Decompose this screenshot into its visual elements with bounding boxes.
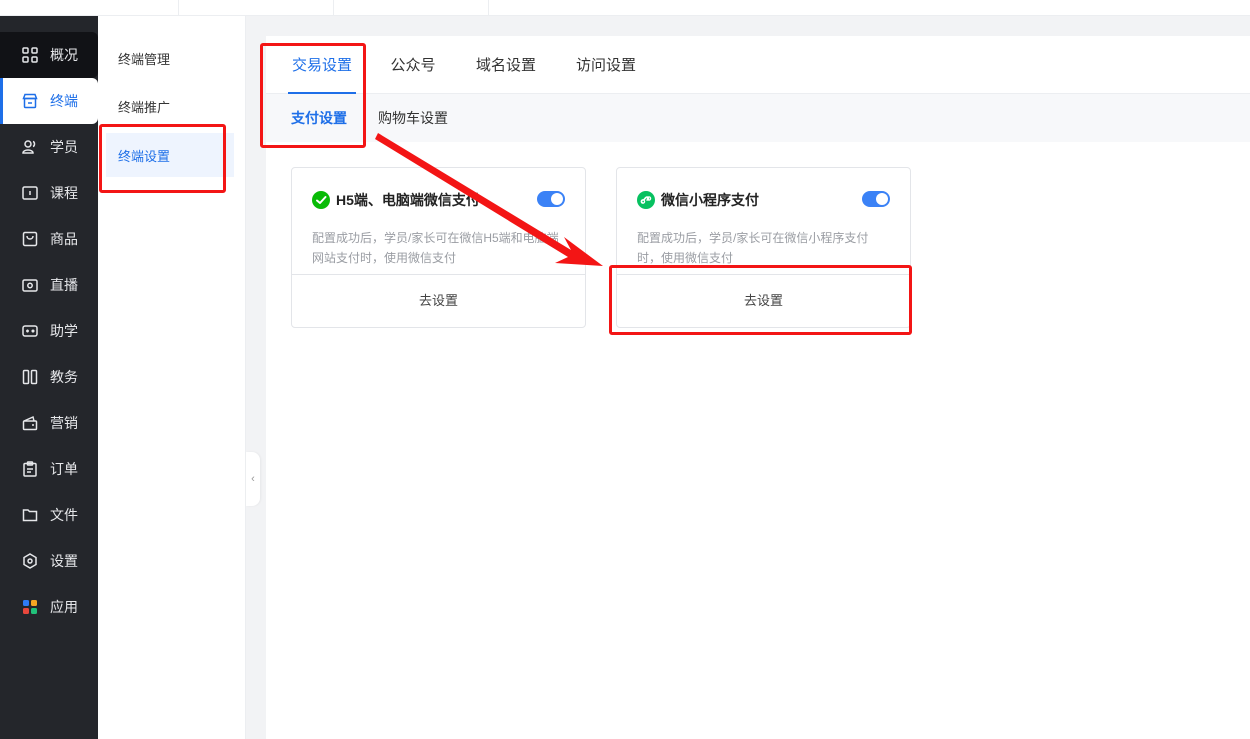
- go-settings-button[interactable]: 去设置: [292, 274, 585, 327]
- nav-item-terminal[interactable]: 终端: [0, 78, 98, 124]
- grid-icon: [22, 47, 38, 63]
- main-content: 交易设置 公众号 域名设置 访问设置 支付设置 购物车设置 H5端、电脑端微信支…: [266, 36, 1250, 739]
- collapse-sidebar-button[interactable]: ‹: [246, 452, 260, 506]
- nav-item-orders[interactable]: 订单: [0, 446, 98, 492]
- go-settings-button[interactable]: 去设置: [617, 274, 910, 327]
- goods-icon: [22, 231, 38, 247]
- nav-item-files[interactable]: 文件: [0, 492, 98, 538]
- users-icon: [22, 139, 38, 155]
- tab-access-settings[interactable]: 访问设置: [574, 36, 638, 94]
- submenu-item-terminal-promote[interactable]: 终端推广: [106, 84, 234, 128]
- submenu-item-terminal-settings[interactable]: 终端设置: [106, 133, 234, 177]
- card-description: 配置成功后，学员/家长可在微信小程序支付时，使用微信支付: [637, 231, 869, 265]
- tab-label: 公众号: [390, 57, 436, 74]
- gamepad-icon: [22, 323, 38, 339]
- payment-card-miniprogram: 微信小程序支付 配置成功后，学员/家长可在微信小程序支付时，使用微信支付 去设置: [616, 167, 911, 328]
- miniprogram-icon: [637, 191, 655, 209]
- nav-label: 学员: [50, 139, 78, 155]
- settings-tabs: 交易设置 公众号 域名设置 访问设置: [266, 36, 1250, 95]
- nav-label: 助学: [50, 323, 78, 339]
- tab-official-account[interactable]: 公众号: [388, 36, 438, 94]
- card-header: 微信小程序支付: [637, 190, 890, 210]
- hexagon-icon: [22, 553, 38, 569]
- columns-icon: [22, 369, 38, 385]
- chevron-left-icon: ‹: [251, 473, 255, 485]
- live-icon: [22, 277, 38, 293]
- nav-label: 商品: [50, 231, 78, 247]
- tab-label: 访问设置: [575, 57, 636, 74]
- tab-trade-settings[interactable]: 交易设置: [288, 36, 356, 95]
- card-header: H5端、电脑端微信支付: [312, 190, 565, 210]
- terminal-submenu: 终端管理 终端推广 终端设置: [98, 16, 246, 739]
- nav-item-marketing[interactable]: 营销: [0, 400, 98, 446]
- folder-icon: [22, 507, 38, 523]
- nav-label: 概况: [50, 47, 78, 63]
- card-description: 配置成功后，学员/家长可在微信H5端和电脑端网站支付时，使用微信支付: [312, 231, 559, 265]
- top-tab[interactable]: [179, 0, 334, 16]
- clipboard-icon: [22, 461, 38, 477]
- enable-toggle[interactable]: [537, 191, 565, 207]
- subtab-payment-settings[interactable]: 支付设置: [291, 94, 347, 142]
- nav-item-students[interactable]: 学员: [0, 124, 98, 170]
- enable-toggle[interactable]: [862, 191, 890, 207]
- course-icon: [22, 185, 38, 201]
- nav-label: 终端: [50, 93, 78, 109]
- subtab-cart-settings[interactable]: 购物车设置: [378, 94, 448, 142]
- nav-label: 教务: [50, 369, 78, 385]
- nav-label: 订单: [50, 461, 78, 477]
- nav-item-study-aid[interactable]: 助学: [0, 308, 98, 354]
- wallet-icon: [22, 415, 38, 431]
- nav-label: 文件: [50, 507, 78, 523]
- nav-item-goods[interactable]: 商品: [0, 216, 98, 262]
- nav-label: 营销: [50, 415, 78, 431]
- submenu-label: 终端推广: [118, 99, 171, 115]
- store-icon: [22, 93, 38, 109]
- tab-label: 交易设置: [291, 57, 352, 74]
- subtab-label: 购物车设置: [378, 110, 448, 126]
- wechat-icon: [312, 191, 330, 209]
- tab-label: 域名设置: [475, 57, 536, 74]
- nav-item-overview[interactable]: 概况: [0, 32, 98, 78]
- nav-item-academic[interactable]: 教务: [0, 354, 98, 400]
- subtab-label: 支付设置: [291, 110, 347, 126]
- top-tab-strip: [0, 0, 1250, 16]
- nav-label: 课程: [50, 185, 78, 201]
- tab-domain-settings[interactable]: 域名设置: [474, 36, 538, 94]
- nav-label: 设置: [50, 553, 78, 569]
- payment-subtabs: 支付设置 购物车设置: [266, 94, 1250, 142]
- nav-label: 直播: [50, 277, 78, 293]
- top-tab[interactable]: [24, 0, 179, 16]
- main-sidebar: 概况 终端 学员 课程 商品 直播 助学 教务 营销 订单 文件 设置 应用: [0, 16, 98, 739]
- payment-card-h5-wechat: H5端、电脑端微信支付 配置成功后，学员/家长可在微信H5端和电脑端网站支付时，…: [291, 167, 586, 328]
- submenu-label: 终端管理: [118, 51, 171, 67]
- nav-item-settings[interactable]: 设置: [0, 538, 98, 584]
- nav-item-apps[interactable]: 应用: [0, 584, 98, 630]
- nav-item-courses[interactable]: 课程: [0, 170, 98, 216]
- top-tab[interactable]: [334, 0, 489, 16]
- card-title: 微信小程序支付: [661, 192, 759, 208]
- nav-item-live[interactable]: 直播: [0, 262, 98, 308]
- submenu-item-terminal-manage[interactable]: 终端管理: [106, 36, 234, 80]
- submenu-label: 终端设置: [118, 148, 171, 164]
- card-title: H5端、电脑端微信支付: [336, 192, 480, 208]
- nav-label: 应用: [50, 599, 78, 615]
- apps-icon: [22, 599, 38, 615]
